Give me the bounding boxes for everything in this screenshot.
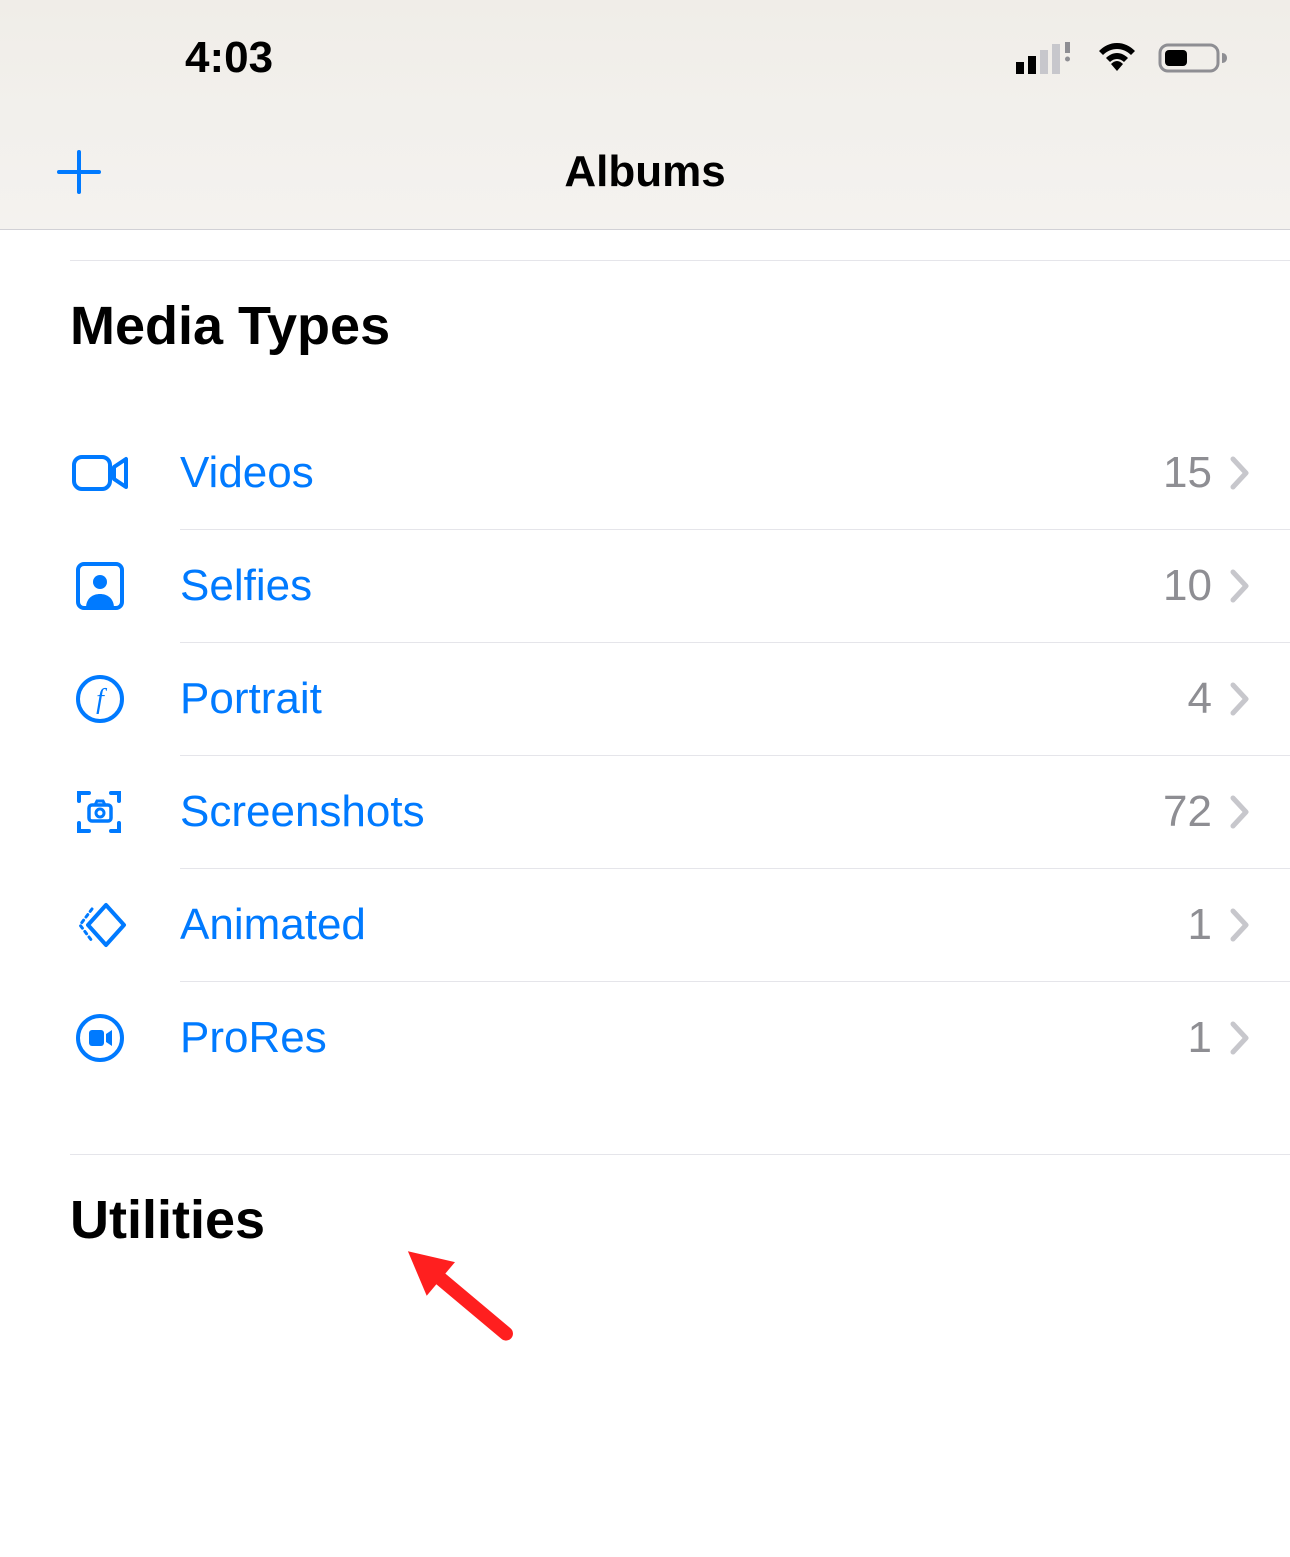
- wifi-icon: [1094, 41, 1140, 75]
- row-animated[interactable]: Animated 1: [0, 869, 1290, 981]
- chevron-right-icon: [1230, 795, 1250, 829]
- cellular-icon: [1016, 42, 1076, 74]
- row-count: 72: [1163, 787, 1212, 837]
- row-count: 4: [1188, 674, 1212, 724]
- row-count: 10: [1163, 561, 1212, 611]
- nav-bar: Albums: [0, 115, 1290, 230]
- status-bar: 4:03: [0, 0, 1290, 115]
- row-label: Animated: [180, 900, 1188, 950]
- chevron-right-icon: [1230, 569, 1250, 603]
- prores-icon: [70, 1008, 130, 1068]
- row-selfies[interactable]: Selfies 10: [0, 530, 1290, 642]
- screenshots-icon: [70, 782, 130, 842]
- video-icon: [70, 443, 130, 503]
- portrait-icon: f: [70, 669, 130, 729]
- row-label: Selfies: [180, 561, 1163, 611]
- section-title-media-types: Media Types: [0, 261, 1290, 377]
- row-label: ProRes: [180, 1013, 1188, 1063]
- row-count: 1: [1188, 1013, 1212, 1063]
- chevron-right-icon: [1230, 1021, 1250, 1055]
- row-screenshots[interactable]: Screenshots 72: [0, 756, 1290, 868]
- row-label: Videos: [180, 448, 1163, 498]
- section-title-utilities: Utilities: [0, 1155, 1290, 1271]
- animated-icon: [70, 895, 130, 955]
- content: Media Types Videos 15: [0, 230, 1290, 1271]
- svg-text:f: f: [96, 684, 107, 715]
- row-label: Screenshots: [180, 787, 1163, 837]
- row-videos[interactable]: Videos 15: [0, 417, 1290, 529]
- nav-title: Albums: [564, 147, 725, 197]
- selfies-icon: [70, 556, 130, 616]
- row-label: Portrait: [180, 674, 1188, 724]
- chevron-right-icon: [1230, 908, 1250, 942]
- media-types-list: Videos 15 Selfies 10: [0, 417, 1290, 1094]
- row-count: 15: [1163, 448, 1212, 498]
- status-icons: [1016, 41, 1230, 75]
- chevron-right-icon: [1230, 456, 1250, 490]
- battery-icon: [1158, 41, 1230, 75]
- add-button[interactable]: [55, 148, 103, 196]
- row-prores[interactable]: ProRes 1: [0, 982, 1290, 1094]
- chevron-right-icon: [1230, 682, 1250, 716]
- row-count: 1: [1188, 900, 1212, 950]
- row-portrait[interactable]: f Portrait 4: [0, 643, 1290, 755]
- status-time: 4:03: [185, 33, 273, 83]
